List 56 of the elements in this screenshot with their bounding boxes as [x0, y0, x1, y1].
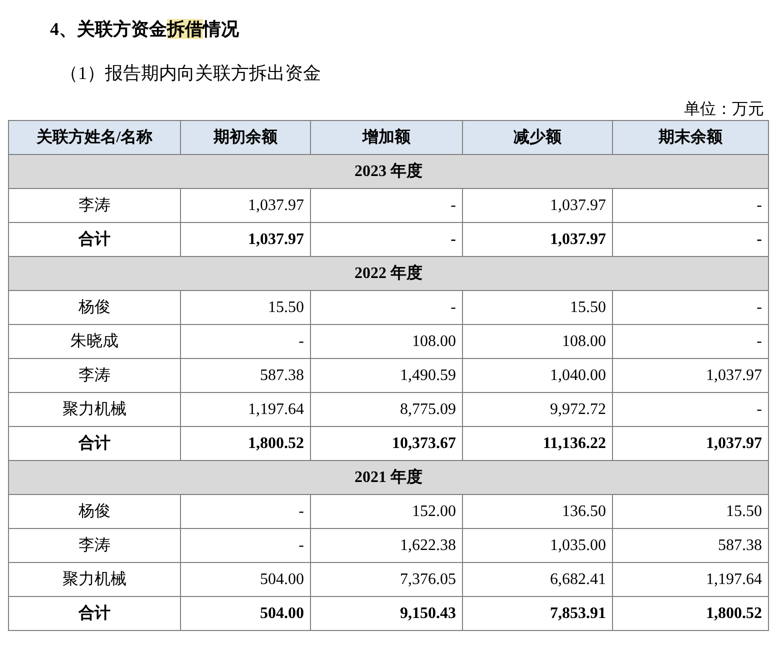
party-name-cell: 李涛 — [8, 528, 180, 562]
amount-cell: 136.50 — [462, 494, 612, 528]
total-amount-cell: 9,150.43 — [310, 596, 462, 630]
amount-cell: 1,490.59 — [310, 358, 462, 392]
party-name-cell: 杨俊 — [8, 290, 180, 324]
amount-cell: 1,035.00 — [462, 528, 612, 562]
party-name-cell: 杨俊 — [8, 494, 180, 528]
section-heading: 4、关联方资金拆借情况 — [50, 19, 239, 39]
amount-cell: - — [310, 290, 462, 324]
amount-cell: - — [612, 188, 768, 222]
amount-cell: - — [180, 324, 310, 358]
amount-cell: 587.38 — [180, 358, 310, 392]
amount-cell: 1,037.97 — [180, 188, 310, 222]
column-header: 增加额 — [310, 120, 462, 154]
column-header: 减少额 — [462, 120, 612, 154]
amount-cell: 1,037.97 — [462, 188, 612, 222]
amount-cell: 1,197.64 — [612, 562, 768, 596]
total-amount-cell: 1,800.52 — [612, 596, 768, 630]
amount-cell: - — [612, 290, 768, 324]
year-section-row: 2023 年度 — [8, 154, 768, 188]
party-name-cell: 朱晓成 — [8, 324, 180, 358]
section-subheading: （1）报告期内向关联方拆出资金 — [60, 62, 322, 85]
total-label-cell: 合计 — [8, 596, 180, 630]
amount-cell: 1,622.38 — [310, 528, 462, 562]
amount-cell: 152.00 — [310, 494, 462, 528]
amount-cell: 6,682.41 — [462, 562, 612, 596]
column-header: 期初余额 — [180, 120, 310, 154]
total-amount-cell: 7,853.91 — [462, 596, 612, 630]
party-name-cell: 聚力机械 — [8, 392, 180, 426]
amount-cell: 15.50 — [612, 494, 768, 528]
amount-cell: 7,376.05 — [310, 562, 462, 596]
year-section-row: 2022 年度 — [8, 256, 768, 290]
total-amount-cell: 504.00 — [180, 596, 310, 630]
column-header: 期末余额 — [612, 120, 768, 154]
amount-cell: 15.50 — [462, 290, 612, 324]
amount-cell: 9,972.72 — [462, 392, 612, 426]
amount-cell: 1,197.64 — [180, 392, 310, 426]
party-name-cell: 聚力机械 — [8, 562, 180, 596]
amount-cell: 587.38 — [612, 528, 768, 562]
unit-label: 单位：万元 — [683, 100, 765, 120]
year-section-row: 2021 年度 — [8, 460, 768, 494]
amount-cell: 8,775.09 — [310, 392, 462, 426]
column-header: 关联方姓名/名称 — [8, 120, 180, 154]
amount-cell: - — [310, 188, 462, 222]
amount-cell: - — [180, 528, 310, 562]
amount-cell: 1,037.97 — [612, 358, 768, 392]
party-name-cell: 李涛 — [8, 358, 180, 392]
amount-cell: - — [612, 324, 768, 358]
amount-cell: 1,040.00 — [462, 358, 612, 392]
amount-cell: 504.00 — [180, 562, 310, 596]
amount-cell: 108.00 — [310, 324, 462, 358]
amount-cell: - — [180, 494, 310, 528]
amount-cell: 108.00 — [462, 324, 612, 358]
party-name-cell: 李涛 — [8, 188, 180, 222]
amount-cell: 15.50 — [180, 290, 310, 324]
amount-cell: - — [612, 392, 768, 426]
